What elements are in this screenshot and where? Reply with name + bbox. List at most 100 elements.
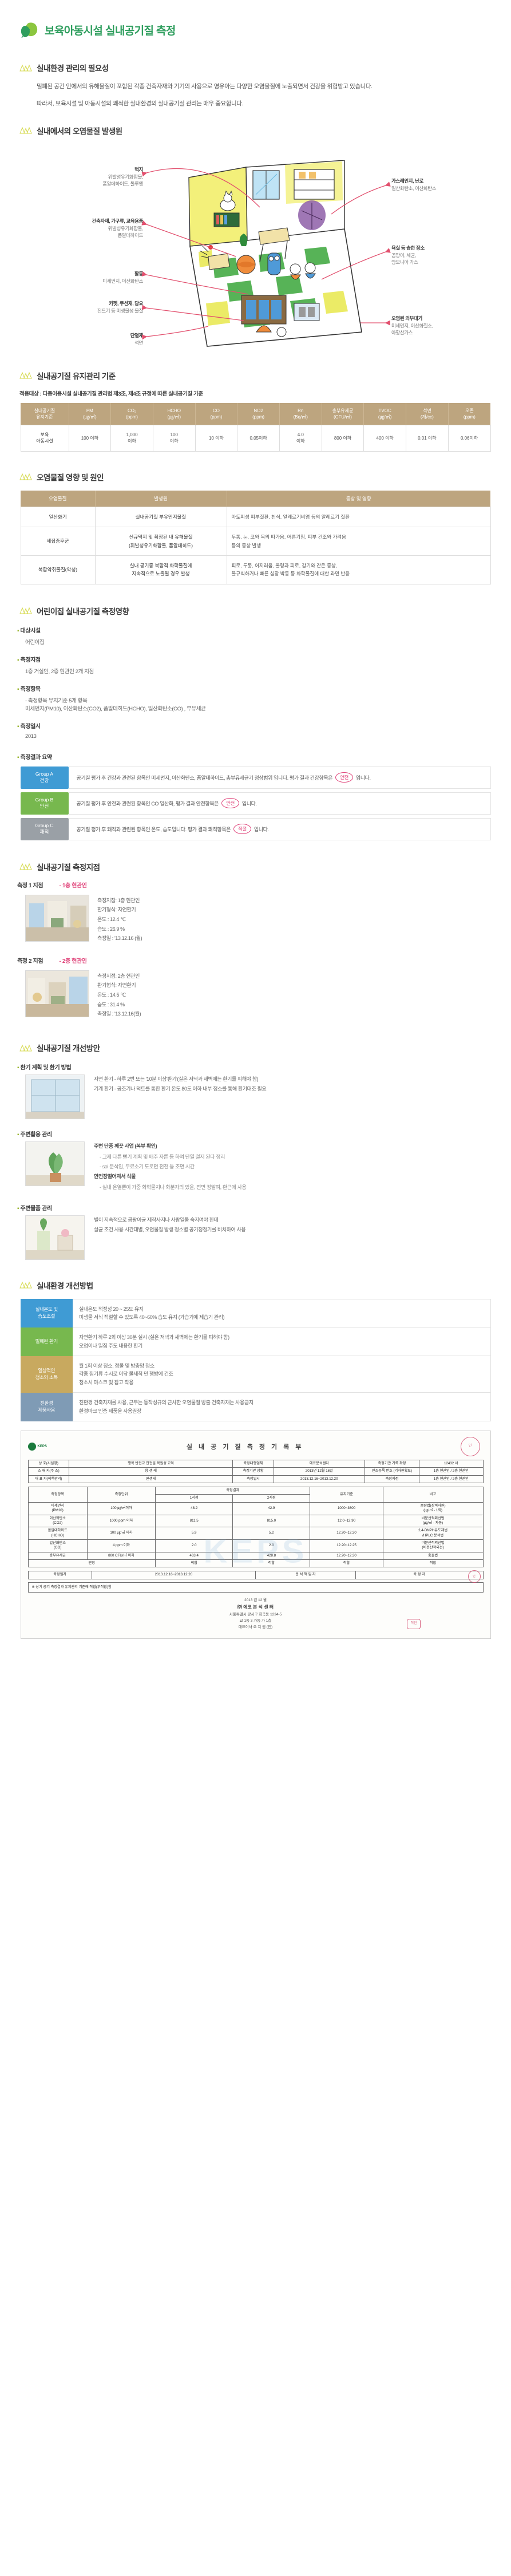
- result-summary-label: 측정결과 요약: [17, 752, 511, 761]
- conclusion-text: ※ 상기 공기 측정결과 유지관리 기준에 적합(부적합)함: [27, 1582, 484, 1593]
- grade-badge: Group A 건강: [20, 766, 69, 789]
- grade-text-before: 공기질 평가 후 안전과 관련된 항목인 CO 일산화, 평가 결과 안전항목은: [76, 800, 219, 807]
- section-header: 실내공기질 유지관리 기준: [19, 370, 492, 381]
- cause-name: 일산화기: [20, 506, 96, 528]
- source-label-desc: 위발성유기화합물, 폼알데하이드: [108, 225, 144, 239]
- improve-group-0: 자연 환기 - 하루 2번 또는 '10분 이상'환기'(실온 저녁과 새벽에는…: [25, 1074, 511, 1120]
- col-name: HCHO: [167, 408, 181, 413]
- point-2-line-1: 환기형식: 자연환기: [97, 982, 136, 989]
- table-row: 일상적인 청소와 소독 월 1회 이상 청소, 정물 및 방충망 청소 각종 집…: [20, 1356, 491, 1393]
- plan-text: 자연환기 하루 2회 이상 30분 실시 (실온 저녁과 새벽에는 환기를 피해…: [73, 1327, 491, 1357]
- value-agency: 에코분석센터: [273, 1460, 365, 1468]
- point-2-photo: [25, 970, 89, 1017]
- target-facility-label: 대상시설: [17, 626, 511, 634]
- point-1-info: 측정지점: 1층 현관인 환기형식: 자연환기 온도 : 12.4 ℃ 습도 :…: [97, 895, 142, 943]
- plan-key: 밀폐된 환기: [20, 1327, 73, 1356]
- source-label-gasstove: 가스레인지, 난로 일산화탄소, 이산화탄소: [391, 177, 500, 192]
- judgement-v2: 적합: [232, 1559, 311, 1568]
- label-meas-date: 측정일시: [232, 1475, 274, 1484]
- table-header-row: 측정항목 측정단위 측정결과 유지기준 비고: [27, 1487, 484, 1503]
- label-agency: 측정대행업체: [232, 1460, 274, 1468]
- result-note: 2,4-DNPH유도체법 /HPLC 분석법: [382, 1527, 484, 1540]
- source-label-desc: 미세먼지, 이산화탄소: [102, 278, 143, 284]
- grade-text-before: 공기질 평가 후 쾌적과 관련된 항목인 온도, 습도입니다. 평가 결과 쾌적…: [76, 826, 231, 832]
- section-title: 실내공기질 개선방안: [37, 1044, 100, 1053]
- col-unit: 측정단위: [86, 1487, 156, 1503]
- table-row: 소 재 지(주 소) 양 생 래 측정기관 상황 2013년 12월 16일 인…: [27, 1467, 484, 1476]
- table-row: 밀폐된 환기 자연환기 하루 2회 이상 30분 실시 (실온 저녁과 새벽에는…: [20, 1327, 491, 1357]
- improve-line-4: - 실내 온열뿐이 가중 화학물지나 화분자의 있을, 전면 정말며, 환근에 …: [100, 1184, 247, 1191]
- col-header-7: 총부유세균 (CFU/㎥): [322, 402, 365, 425]
- point-1-photo: [25, 894, 89, 942]
- table-row: 총부유세균 800 CFU/㎥ 이하 463.4 428.8 12.20~12.…: [27, 1551, 484, 1560]
- col-name: 오존: [465, 408, 474, 413]
- table-row: 보육 아동시설 100 이하 1,000 이하 100 이하 10 이하 0.0…: [20, 425, 491, 452]
- improvement-plan-table: 실내온도 및 습도조절 실내온도 적정성 20 ~ 25도 유지 미생물 서식 …: [20, 1298, 491, 1422]
- plan-key: 친환경 제품사용: [20, 1392, 73, 1421]
- table-row: 이산화탄소 (CO2) 1000 ppm 이하 811.5 815.0 12.0…: [27, 1514, 484, 1528]
- point-2-line-3: 습도 : 31.4 %: [97, 1001, 125, 1008]
- col-name: CO: [212, 408, 220, 413]
- result-v2: 428.8: [232, 1551, 311, 1560]
- improve-line-1: 기계 환기 - 공조기나 덕트를 통한 환기 온도 80도 이하 내부 정소를 …: [94, 1086, 267, 1092]
- improve-line-0: 별이 지속적으로 곰팡이균 제작사지나 사람일물 숙지여야 한데: [94, 1216, 219, 1223]
- section-header: 실내환경 개선방법: [19, 1279, 492, 1291]
- plan-text: 실내온도 적정성 20 ~ 25도 유지 미생물 서식 적절할 수 있도록 40…: [73, 1298, 491, 1328]
- mountain-icon: [19, 64, 32, 72]
- col-header-source: 발생원: [95, 490, 227, 507]
- table-row: 복합악취물질(악성) 실내 공기중 복합적 화학물질에 지속적으로 노출될 경우…: [20, 555, 491, 584]
- grade-text-after: 입니다.: [355, 775, 371, 781]
- section-points: 실내공기질 측정지점: [0, 861, 511, 872]
- report-logo-text: KEPS: [37, 1445, 47, 1449]
- improve-line-1: - 그제 다른 뻗기 계획 및 매주 자른 등 하며 단열 철저 된다 정리: [100, 1154, 225, 1160]
- col-header-pollutant: 오염물질: [21, 490, 96, 507]
- value-period: 2013.12.16~2013.12.20: [273, 1475, 365, 1484]
- grade-badge: Group C 쾌적: [20, 817, 69, 840]
- value-point-detail: 1층 현관인 / 2층 현관인: [419, 1475, 484, 1484]
- col-name: 총부유세균: [332, 408, 354, 413]
- measure-datetime-value: 2013: [25, 733, 37, 740]
- col-unit: (ppm): [463, 414, 476, 420]
- table-row: 일산화탄소 (CO) 4 ppm 이하 2.0 2.0 12.20~12.25 …: [27, 1539, 484, 1552]
- point-1-line-1: 환기형식: 자연환기: [97, 907, 136, 913]
- label-meas-point: 측정지점: [364, 1475, 420, 1484]
- col-header-2: CO₂ (ppm): [110, 402, 153, 425]
- section-improvement: 실내공기질 개선방안: [0, 1042, 511, 1053]
- report-results-table: 측정항목 측정단위 측정결과 유지기준 비고 1지점 2지점 미세먼지 (PM1…: [27, 1487, 484, 1568]
- cause-name: 세집증후군: [20, 527, 96, 556]
- measurement-report-document: KEPS KEPS 실 내 공 기 질 측 정 기 록 부 인 상 호(시설명)…: [20, 1431, 491, 1639]
- label-meas-cond: 측정기관 상황: [232, 1467, 274, 1476]
- result-v1: 48.2: [155, 1502, 233, 1515]
- table-row: 측정일자 2013.12.16~2013.12.20 분 석 책 임 자 측 정…: [27, 1570, 484, 1583]
- label-biz-sub: 인조등록 번호 (기자원확보): [364, 1467, 420, 1476]
- section-standards: 실내공기질 유지관리 기준: [0, 370, 511, 381]
- value-site: 행복 반전교 안전을 복원성 교육: [69, 1460, 233, 1468]
- improve-line-0: 주변 단풍 깨끗 사업 (복부 확인): [94, 1143, 157, 1149]
- source-label-title: 욕실 등 습한 장소: [391, 244, 425, 251]
- table-header-row: 오염물질 발생원 증상 및 영향: [21, 490, 490, 507]
- point-1-header: 측정 1 지점 - 1층 현관인: [17, 880, 511, 889]
- report-footer-table: ※ 상기 공기 측정결과 유지관리 기준에 적합(부적합)함: [27, 1582, 484, 1593]
- result-unit: 800 CFU/㎥ 이하: [86, 1551, 156, 1560]
- result-v2: 2.0: [232, 1539, 311, 1552]
- cause-source: 신규택지 및 확장된 내 유해물질 (휘발성유기화합물, 폼알데히드): [94, 527, 227, 556]
- judgement-label: 판정: [27, 1559, 156, 1568]
- result-unit: 100 ㎍/㎥ 이하: [86, 1527, 156, 1540]
- source-label-activity: 활동 미세먼지, 이산화탄소: [19, 270, 143, 285]
- col-header-8: TVOC (㎍/㎥): [363, 402, 406, 425]
- grade-description: 공기질 평가 후 쾌적과 관련된 항목인 온도, 습도입니다. 평가 결과 쾌적…: [68, 817, 491, 840]
- mountain-icon: [19, 863, 32, 870]
- value-meas-date: 2013년 12월 16일: [273, 1467, 365, 1476]
- point-1-line-4: 측정일 : '13.12.16 (월): [97, 935, 142, 942]
- result-unit: 100 ㎍/㎥이하: [86, 1502, 156, 1515]
- plan-text: 월 1회 이상 청소, 정물 및 방충망 청소 각종 집기류 수시로 이닦 물세…: [73, 1356, 491, 1393]
- page-title: 보육아동시설 실내공기질 측정: [45, 25, 176, 37]
- result-std: 12.20~12.30: [310, 1527, 383, 1540]
- section-title: 실내환경 관리의 필요성: [37, 64, 109, 73]
- label-site: 상 호(시설명): [27, 1460, 70, 1468]
- label-analyst: 분 석 책 임 자: [255, 1571, 356, 1579]
- col-unit: (Bq/㎥): [293, 414, 308, 420]
- col-note: 비고: [382, 1487, 484, 1503]
- report-issuer-block: 2013 년 12 월 ㈜ 에코 분 석 센 터 서울특별시 강서구 화곡동 1…: [28, 1597, 484, 1630]
- source-label-bathroom: 욕실 등 습한 장소 곰팡이, 세균, 암모니아 가스: [391, 244, 500, 266]
